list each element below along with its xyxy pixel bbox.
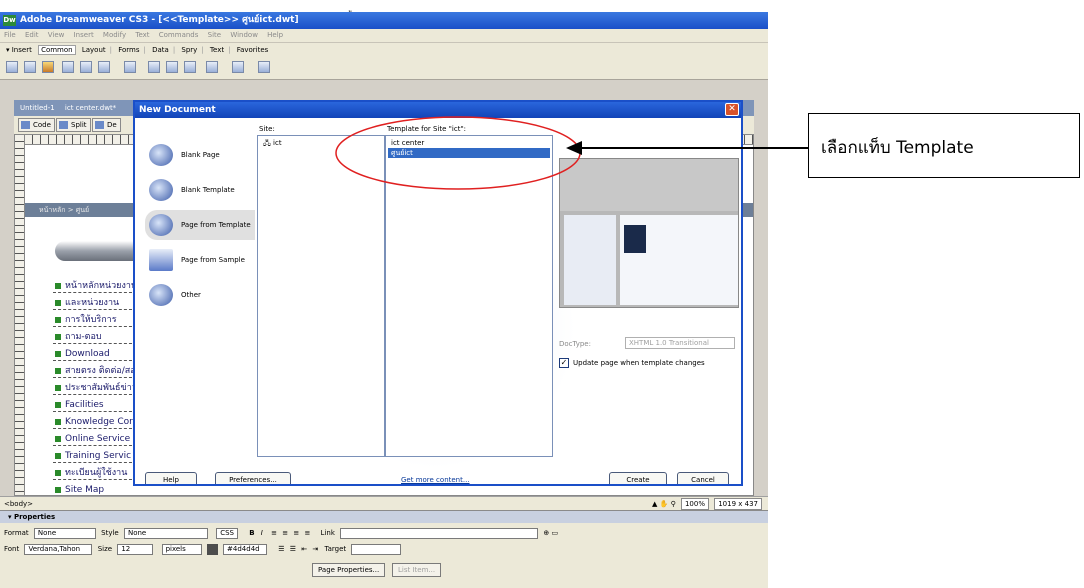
callout-box: เลือกแท็บ Template — [808, 113, 1080, 178]
callout-arrowhead — [566, 141, 582, 155]
highlight-ellipse — [335, 116, 581, 190]
annotation-overlay — [335, 116, 808, 190]
callout-text: เลือกแท็บ Template — [821, 138, 974, 158]
